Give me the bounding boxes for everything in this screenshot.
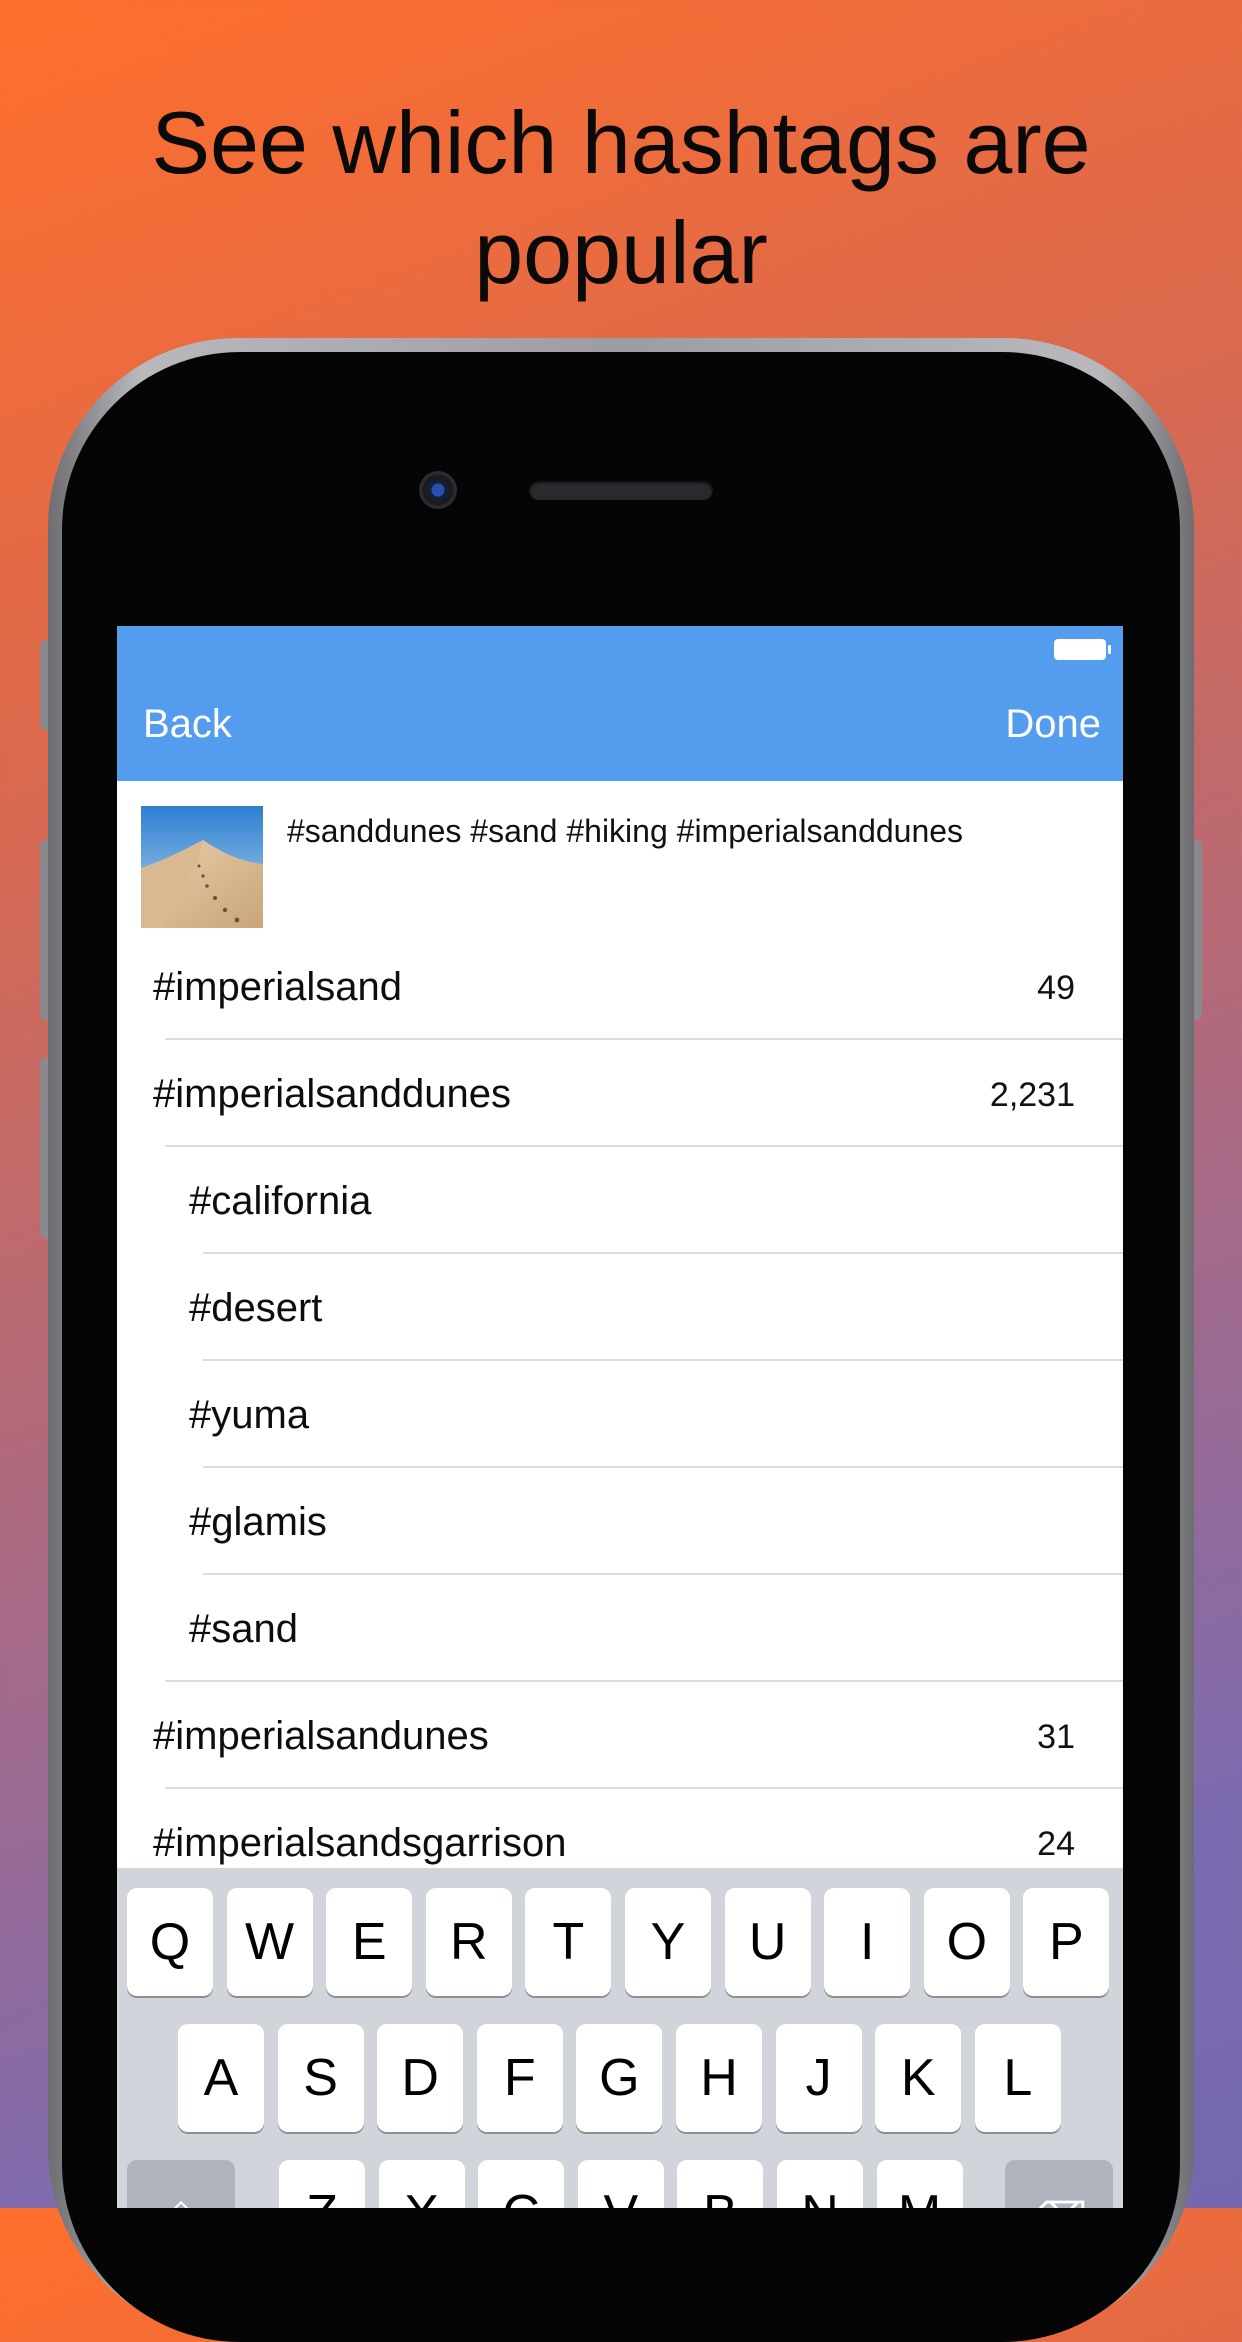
- key[interactable]: L: [974, 2024, 1061, 2132]
- shift-key[interactable]: ⇧: [127, 2160, 235, 2208]
- hashtag-label: #yuma: [189, 1393, 310, 1437]
- key[interactable]: H: [676, 2024, 762, 2132]
- hashtag-label: #glamis: [189, 1500, 327, 1544]
- hashtag-row[interactable]: #imperialsand 49: [117, 933, 1123, 1040]
- hashtag-label: #imperialsand: [153, 965, 403, 1009]
- key[interactable]: C: [478, 2160, 565, 2208]
- key[interactable]: T: [525, 1888, 612, 1996]
- key[interactable]: I: [824, 1888, 911, 1996]
- hashtag-row[interactable]: #sand: [117, 1575, 1123, 1682]
- key[interactable]: W: [226, 1888, 313, 1996]
- hashtag-row[interactable]: #california: [117, 1147, 1123, 1254]
- key[interactable]: O: [923, 1888, 1010, 1996]
- key[interactable]: J: [775, 2024, 862, 2132]
- hashtag-label: #california: [189, 1179, 372, 1223]
- hashtag-label: #imperialsandunes: [153, 1714, 489, 1758]
- backspace-icon: ⌫: [1031, 2196, 1088, 2208]
- hashtag-count: 2,231: [989, 1076, 1075, 1114]
- key[interactable]: K: [875, 2024, 962, 2132]
- key[interactable]: Z: [279, 2160, 365, 2208]
- hashtag-label: #imperialsanddunes: [153, 1072, 512, 1116]
- hashtag-row[interactable]: #imperialsandunes 31: [117, 1682, 1123, 1789]
- hashtag-row[interactable]: #yuma: [117, 1361, 1123, 1468]
- done-button[interactable]: Done: [1005, 700, 1101, 748]
- key[interactable]: U: [724, 1888, 811, 1996]
- hashtag-count: 31: [1037, 1718, 1075, 1756]
- battery-icon: [1054, 639, 1111, 660]
- key[interactable]: S: [277, 2024, 364, 2132]
- hashtag-row[interactable]: #imperialsanddunes 2,231: [117, 1040, 1123, 1147]
- key[interactable]: M: [876, 2160, 963, 2208]
- hashtag-label: #imperialsandsgarrison: [153, 1821, 567, 1865]
- key[interactable]: F: [476, 2024, 563, 2132]
- front-camera: [419, 471, 457, 509]
- key[interactable]: A: [178, 2024, 264, 2132]
- key[interactable]: P: [1023, 1888, 1110, 1996]
- hashtag-count: 24: [1037, 1825, 1075, 1863]
- key[interactable]: Q: [127, 1888, 213, 1996]
- key[interactable]: G: [576, 2024, 663, 2132]
- phone-screen: Back Done #sanddunes #sand #hiking #impe…: [117, 626, 1123, 2208]
- hashtag-label: #sand: [189, 1607, 298, 1651]
- hashtag-row[interactable]: #desert: [117, 1254, 1123, 1361]
- key[interactable]: V: [577, 2160, 664, 2208]
- key[interactable]: N: [777, 2160, 863, 2208]
- headline-line-1: See which hashtags are: [151, 93, 1091, 192]
- hashtag-count: 49: [1037, 969, 1075, 1007]
- headline: See which hashtags are popular: [0, 88, 1242, 308]
- key[interactable]: Y: [625, 1888, 711, 1996]
- earpiece-speaker: [529, 480, 713, 500]
- delete-key[interactable]: ⌫: [1005, 2160, 1113, 2208]
- post-thumbnail: [141, 806, 263, 928]
- key[interactable]: X: [378, 2160, 465, 2208]
- keyboard: QWERTYUIOP ASDFGHJKL ⇧ ZXCVBNM ⌫: [117, 1868, 1123, 2208]
- post-caption: #sanddunes #sand #hiking #imperialsanddu…: [287, 813, 964, 849]
- shift-arrow-icon: ⇧: [164, 2196, 198, 2208]
- hashtag-row[interactable]: #glamis: [117, 1468, 1123, 1575]
- back-button[interactable]: Back: [143, 700, 232, 748]
- key[interactable]: D: [377, 2024, 464, 2132]
- headline-line-2: popular: [474, 203, 768, 302]
- key[interactable]: R: [425, 1888, 512, 1996]
- hashtag-label: #desert: [189, 1286, 323, 1330]
- key[interactable]: E: [326, 1888, 413, 1996]
- key[interactable]: B: [677, 2160, 764, 2208]
- navigation-bar: Back Done: [117, 626, 1123, 781]
